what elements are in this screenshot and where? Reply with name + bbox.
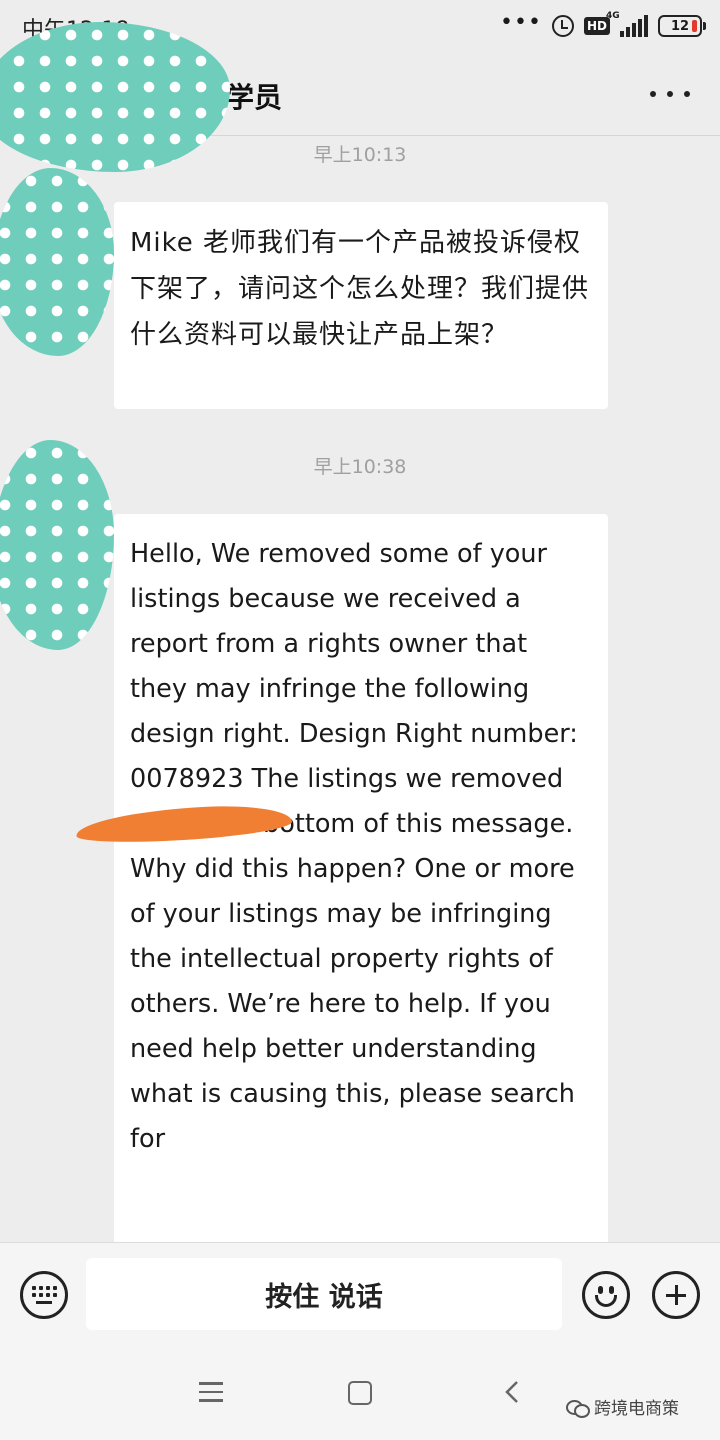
chat-title: 学员 <box>226 81 283 114</box>
notification-dots-icon: ••• <box>500 10 542 35</box>
message-timestamp: 早上10:13 <box>313 144 407 166</box>
watermark-text: 跨境电商策 <box>594 1399 679 1419</box>
alarm-clock-icon <box>551 15 574 37</box>
message-bubble[interactable]: Mike 老师我们有一个产品被投诉侵权下架了，请问这个怎么处理？我们提供什么资料… <box>114 202 608 409</box>
system-nav-bar: 跨境电商策 <box>0 1344 720 1440</box>
battery-level: 12 <box>670 18 690 34</box>
status-icons: ••• HD 4G 12 <box>500 10 706 40</box>
menu-icon[interactable] <box>199 1382 223 1402</box>
more-dot-icon <box>667 91 673 97</box>
keyboard-icon[interactable] <box>20 1271 68 1319</box>
wechat-logo-icon <box>566 1398 590 1418</box>
avatar-privacy-blob[interactable] <box>0 168 114 356</box>
more-dot-icon <box>684 91 690 97</box>
plus-icon[interactable] <box>652 1271 700 1319</box>
watermark: 跨境电商策 <box>566 1394 679 1419</box>
signal-strength-icon: 4G <box>606 11 648 37</box>
more-options-button[interactable] <box>650 78 690 110</box>
message-bubble[interactable]: Hello, We removed some of your listings … <box>114 514 608 1254</box>
battery-icon: 12 <box>658 15 706 37</box>
message-timestamp: 早上10:38 <box>313 456 407 478</box>
hold-to-talk-button[interactable]: 按住 说话 <box>86 1258 562 1330</box>
message-text: Hello, We removed some of your listings … <box>130 539 578 1154</box>
input-bar: 按住 说话 <box>0 1242 720 1344</box>
emoji-icon[interactable] <box>582 1271 630 1319</box>
more-dot-icon <box>650 91 656 97</box>
back-icon[interactable] <box>500 1379 526 1405</box>
network-type-label: 4G <box>606 11 620 21</box>
message-text: Mike 老师我们有一个产品被投诉侵权下架了，请问这个怎么处理？我们提供什么资料… <box>130 228 590 350</box>
home-icon[interactable] <box>348 1381 372 1405</box>
